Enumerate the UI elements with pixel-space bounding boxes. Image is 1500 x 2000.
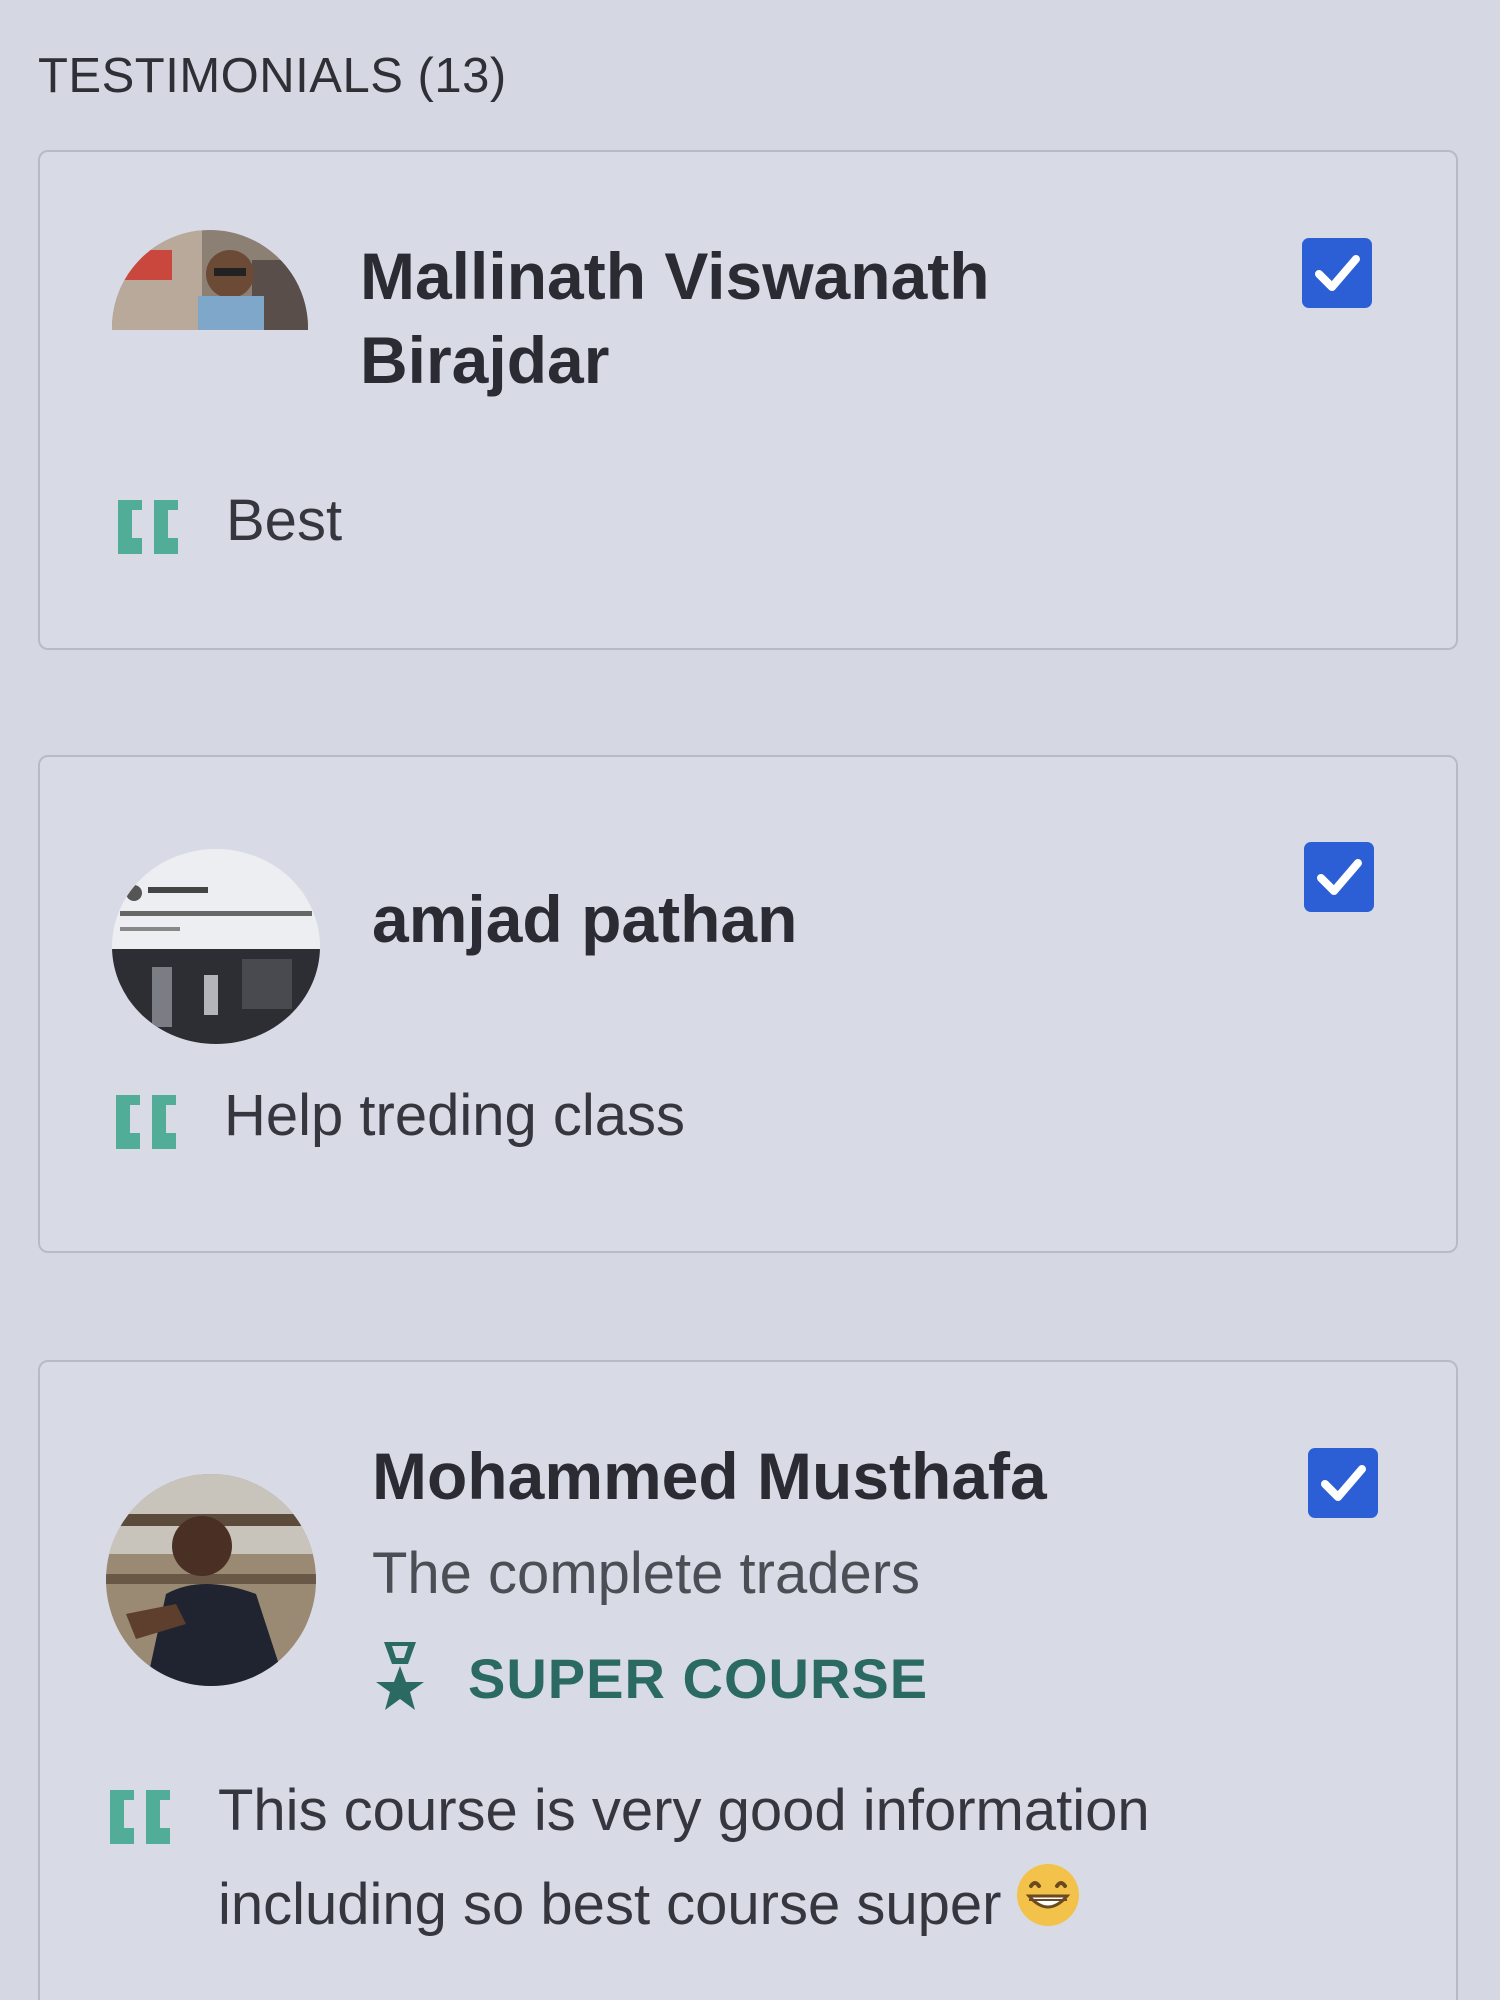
section-title: TESTIMONIALS (13)	[38, 49, 507, 103]
avatar	[112, 849, 320, 1044]
course-badge: SUPER COURSE	[372, 1640, 928, 1716]
select-checkbox[interactable]	[1308, 1448, 1378, 1518]
checkmark-icon	[1315, 255, 1360, 291]
quote-text: Best	[226, 488, 343, 553]
select-checkbox[interactable]	[1304, 842, 1374, 912]
checkmark-icon	[1317, 859, 1362, 895]
quote-text: This course is very good information inc…	[218, 1764, 1348, 1956]
badge-label: SUPER COURSE	[468, 1646, 929, 1710]
avatar	[112, 230, 308, 330]
testimonial-quote: This course is very good information inc…	[104, 1778, 1404, 1956]
testimonial-card: Mohammed Musthafa The complete traders S…	[38, 1360, 1458, 2000]
testimonial-name: Mohammed Musthafa	[372, 1439, 1047, 1513]
quote-icon	[118, 500, 178, 554]
checkmark-icon	[1321, 1465, 1366, 1501]
course-title: The complete traders	[372, 1541, 921, 1606]
testimonial-name: Mallinath Viswanath Birajdar	[360, 239, 990, 397]
avatar	[106, 1474, 316, 1686]
quote-icon	[116, 1095, 176, 1149]
quote-text-body: This course is very good information inc…	[218, 1778, 1150, 1937]
award-ribbon-icon	[376, 1642, 424, 1710]
quote-icon	[110, 1790, 170, 1844]
quote-text: Help treding class	[224, 1083, 685, 1148]
testimonial-quote: Help treding class	[110, 1083, 685, 1163]
testimonial-quote: Best	[112, 488, 342, 568]
testimonial-card: Mallinath Viswanath Birajdar Best	[38, 150, 1458, 650]
testimonials-page: TESTIMONIALS (13) Mallinath Viswanath Bi…	[0, 0, 1500, 2000]
select-checkbox[interactable]	[1302, 238, 1372, 308]
testimonial-name: amjad pathan	[372, 882, 798, 956]
grinning-face-emoji	[1015, 1862, 1081, 1956]
testimonial-card: amjad pathan Help treding class	[38, 755, 1458, 1253]
